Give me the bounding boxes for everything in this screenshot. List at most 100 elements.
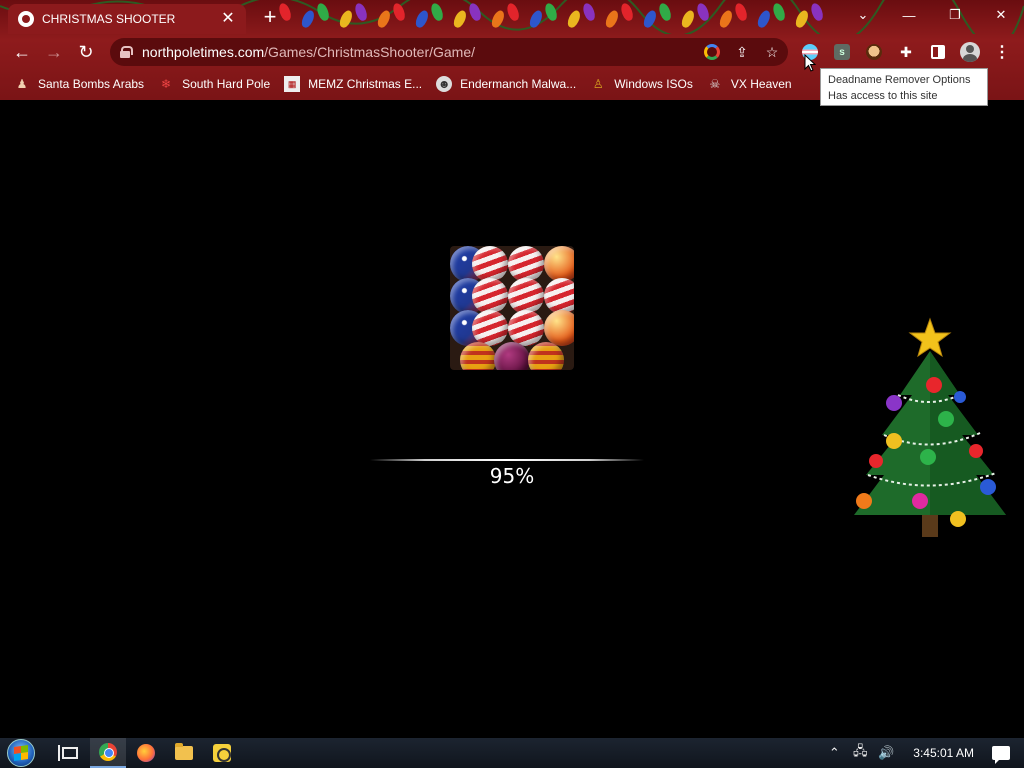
ornament-ball-icon xyxy=(508,310,544,346)
side-panel-icon[interactable] xyxy=(926,40,950,64)
light-bulb-icon xyxy=(619,1,635,23)
omnibox-actions: ⇪ ☆ xyxy=(702,42,782,62)
light-bulb-icon xyxy=(793,8,811,30)
task-view-button[interactable] xyxy=(52,738,88,768)
extension-tooltip: Deadname Remover Options Has access to t… xyxy=(820,68,988,106)
christmas-shooter-logo xyxy=(450,246,574,370)
bookmark-label: MEMZ Christmas E... xyxy=(308,77,423,91)
light-bulb-icon xyxy=(527,8,545,30)
mouse-cursor-icon xyxy=(804,54,816,72)
light-bulb-icon xyxy=(337,8,355,30)
network-icon[interactable]: 🖧 xyxy=(851,743,869,762)
light-bulb-icon xyxy=(543,1,559,23)
s-extension-icon[interactable]: s xyxy=(830,40,854,64)
bookmark-label: Endermanch Malwa... xyxy=(460,77,577,91)
snipping-tool-icon xyxy=(213,744,231,762)
chrome-icon xyxy=(99,743,117,761)
bookmark-label: VX Heaven xyxy=(730,77,792,91)
light-bulb-icon xyxy=(771,1,787,23)
address-bar[interactable]: northpoletimes.com/Games/ChristmasShoote… xyxy=(110,38,788,66)
bookmark-memz-christmas[interactable]: ▦ MEMZ Christmas E... xyxy=(284,76,422,92)
lock-icon[interactable] xyxy=(120,46,133,58)
light-bulb-icon xyxy=(809,1,825,23)
bookmark-label: Windows ISOs xyxy=(614,77,693,91)
ornament-ball-icon xyxy=(472,246,508,282)
light-bulb-icon xyxy=(581,1,597,23)
figure-icon: ♙ xyxy=(592,77,604,91)
light-bulb-icon xyxy=(679,8,697,30)
light-bulb-icon xyxy=(733,1,749,23)
light-bulb-icon xyxy=(315,1,331,23)
ornament-ball-icon xyxy=(508,246,544,282)
light-bulb-icon xyxy=(299,8,317,30)
notifications-icon[interactable] xyxy=(992,744,1010,764)
ornament-ball-icon xyxy=(472,310,508,346)
bookmark-vx-heaven[interactable]: ☠ VX Heaven xyxy=(707,76,792,92)
taskbar-firefox-button[interactable] xyxy=(128,738,164,768)
extensions-puzzle-icon[interactable]: ✚ xyxy=(894,40,918,64)
extensions-area: s ✚ ⋮ xyxy=(798,40,1014,64)
taskbar-snipping-tool-button[interactable] xyxy=(204,738,240,768)
browser-menu-icon[interactable]: ⋮ xyxy=(990,40,1014,64)
ornament-ball-icon xyxy=(544,310,574,346)
share-icon[interactable]: ⇪ xyxy=(732,42,752,62)
christmas-tree-icon xyxy=(854,317,1006,537)
folder-icon xyxy=(175,743,193,760)
light-bulb-icon xyxy=(695,1,711,23)
ornament-ball-icon xyxy=(472,278,508,314)
loading-progress-label: 95% xyxy=(489,464,535,488)
browser-toolbar: ← → ↻ northpoletimes.com/Games/Christmas… xyxy=(0,36,1024,68)
windows-taskbar: ⌃ 🖧 🔊 3:45:01 AM xyxy=(0,738,1024,768)
ornament-ball-icon xyxy=(460,342,496,370)
ornament-ball-icon xyxy=(508,278,544,314)
restore-button[interactable]: ❐ xyxy=(932,0,978,30)
close-window-button[interactable]: ✕ xyxy=(978,0,1024,30)
show-hidden-icons-icon[interactable]: ⌃ xyxy=(825,744,843,762)
system-tray: ⌃ 🖧 🔊 3:45:01 AM xyxy=(825,738,1024,768)
minimize-button[interactable]: — xyxy=(886,0,932,30)
light-bulb-icon xyxy=(451,8,469,30)
bookmark-endermanch-malware[interactable]: ☻ Endermanch Malwa... xyxy=(436,76,576,92)
tooltip-subtitle: Has access to this site xyxy=(828,90,938,102)
url-text[interactable]: northpoletimes.com/Games/ChristmasShoote… xyxy=(142,44,475,60)
back-button[interactable]: ← xyxy=(6,36,38,68)
url-path: /Games/ChristmasShooter/Game/ xyxy=(264,44,476,60)
light-bulb-icon xyxy=(467,1,483,23)
memz-icon: ▦ xyxy=(284,76,301,92)
forward-button[interactable]: → xyxy=(38,36,70,68)
light-bulb-icon xyxy=(353,1,369,23)
face-extension-icon[interactable] xyxy=(862,40,886,64)
google-lens-icon[interactable] xyxy=(702,42,722,62)
taskbar-clock[interactable]: 3:45:01 AM xyxy=(903,746,984,760)
url-domain: northpoletimes.com xyxy=(142,44,265,60)
ornament-ball-icon xyxy=(544,278,574,314)
bookmark-santa-bombs-arabs[interactable]: ♟ Santa Bombs Arabs xyxy=(14,76,144,92)
bookmark-south-hard-pole[interactable]: ❄ South Hard Pole xyxy=(158,76,270,92)
reload-button[interactable]: ↻ xyxy=(70,36,102,68)
bookmark-windows-isos[interactable]: ♙ Windows ISOs xyxy=(590,76,693,92)
bookmark-label: South Hard Pole xyxy=(182,77,271,91)
light-bulb-icon xyxy=(413,8,431,30)
ornament-ball-icon xyxy=(528,342,564,370)
new-tab-button[interactable]: + xyxy=(258,6,282,30)
light-bulb-icon xyxy=(603,8,621,30)
taskbar-file-explorer-button[interactable] xyxy=(166,738,202,768)
light-bulb-icon xyxy=(717,8,735,30)
raccoon-icon: ☻ xyxy=(436,76,453,92)
light-bulb-icon xyxy=(429,1,445,23)
tab-search-icon[interactable]: ⌄ xyxy=(840,0,886,30)
browser-tab[interactable]: CHRISTMAS SHOOTER ✕ xyxy=(8,4,246,34)
volume-icon[interactable]: 🔊 xyxy=(877,744,895,762)
profile-avatar-icon[interactable] xyxy=(958,40,982,64)
bookmark-star-icon[interactable]: ☆ xyxy=(762,42,782,62)
ornament-ball-icon xyxy=(544,246,574,282)
light-bulb-icon xyxy=(565,8,583,30)
light-bulb-icon xyxy=(641,8,659,30)
tab-close-icon[interactable]: ✕ xyxy=(220,11,236,27)
site-favicon-icon xyxy=(18,11,34,27)
taskbar-chrome-button[interactable] xyxy=(90,738,126,768)
light-bulb-icon xyxy=(657,1,673,23)
light-bulb-icon xyxy=(489,8,507,30)
start-button[interactable] xyxy=(0,738,42,768)
light-bulb-icon xyxy=(375,8,393,30)
